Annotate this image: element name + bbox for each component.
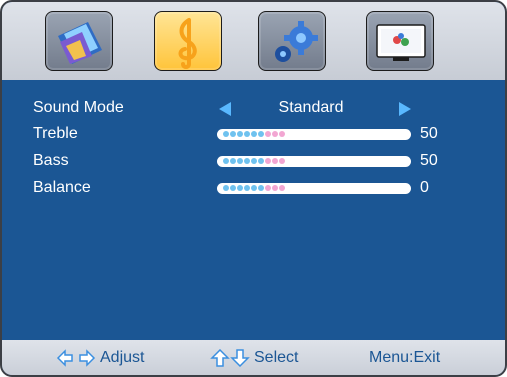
select-label: Select: [254, 349, 299, 366]
bass-value: 50: [420, 152, 438, 169]
slider-dot: [244, 185, 250, 191]
bass-label: Bass: [33, 152, 69, 169]
balance-label: Balance: [33, 179, 91, 196]
slider-dot: [223, 131, 229, 137]
osd-window: Sound Mode Standard Treble 50 Bass 50 Ba…: [0, 0, 507, 377]
slider-dot: [265, 185, 271, 191]
slider-dot: [265, 158, 271, 164]
slider-dot: [258, 158, 264, 164]
adjust-label: Adjust: [100, 349, 145, 366]
gears-icon: [275, 21, 318, 62]
tab-setup[interactable]: [258, 11, 326, 71]
slider-dot: [258, 185, 264, 191]
menu-exit-hint: Menu:Exit: [369, 349, 440, 367]
slider-dot: [244, 158, 250, 164]
slider-dot: [244, 131, 250, 137]
arrow-right-icon[interactable]: [399, 102, 411, 116]
menu-exit-label: Menu:Exit: [369, 349, 441, 366]
balance-row[interactable]: Balance 0: [2, 177, 505, 201]
treble-label: Treble: [33, 125, 78, 142]
treble-slider[interactable]: [217, 129, 411, 140]
slider-dot: [279, 131, 285, 137]
slider-dot: [279, 185, 285, 191]
sound-mode-label: Sound Mode: [33, 99, 124, 116]
slider-dot: [272, 185, 278, 191]
up-down-arrows-icon: [210, 349, 250, 367]
slider-dot: [230, 131, 236, 137]
slider-dot: [223, 158, 229, 164]
slider-dot: [223, 185, 229, 191]
slider-dot: [251, 131, 257, 137]
footer-hints: Adjust Select Menu:Exit: [2, 340, 505, 375]
bass-slider[interactable]: [217, 156, 411, 167]
slider-dot: [265, 131, 271, 137]
slider-dots: [223, 131, 286, 138]
slider-dot: [272, 131, 278, 137]
sound-menu: Sound Mode Standard Treble 50 Bass 50 Ba…: [2, 80, 505, 340]
arrow-left-icon[interactable]: [219, 102, 231, 116]
slider-dot: [237, 185, 243, 191]
treble-row[interactable]: Treble 50: [2, 123, 505, 147]
music-note-icon: [178, 18, 197, 69]
slider-dot: [230, 158, 236, 164]
slider-dot: [272, 158, 278, 164]
tab-sound[interactable]: [154, 11, 222, 71]
bass-row[interactable]: Bass 50: [2, 150, 505, 174]
tab-screen[interactable]: [366, 11, 434, 71]
slider-dot: [251, 185, 257, 191]
slider-dots: [223, 158, 286, 165]
sound-mode-row[interactable]: Sound Mode Standard: [2, 97, 505, 121]
slider-dot: [258, 131, 264, 137]
slider-dot: [230, 185, 236, 191]
slider-dot: [237, 158, 243, 164]
picture-icon: [58, 22, 102, 64]
balance-slider[interactable]: [217, 183, 411, 194]
treble-value: 50: [420, 125, 438, 142]
balance-value: 0: [420, 179, 429, 196]
slider-dot: [237, 131, 243, 137]
tab-picture[interactable]: [45, 11, 113, 71]
slider-dot: [279, 158, 285, 164]
sound-mode-value: Standard: [278, 99, 344, 116]
menu-tab-bar: [2, 2, 505, 80]
left-right-arrows-icon: [56, 349, 96, 367]
slider-dot: [251, 158, 257, 164]
slider-dots: [223, 185, 286, 192]
screen-icon: [376, 24, 426, 61]
